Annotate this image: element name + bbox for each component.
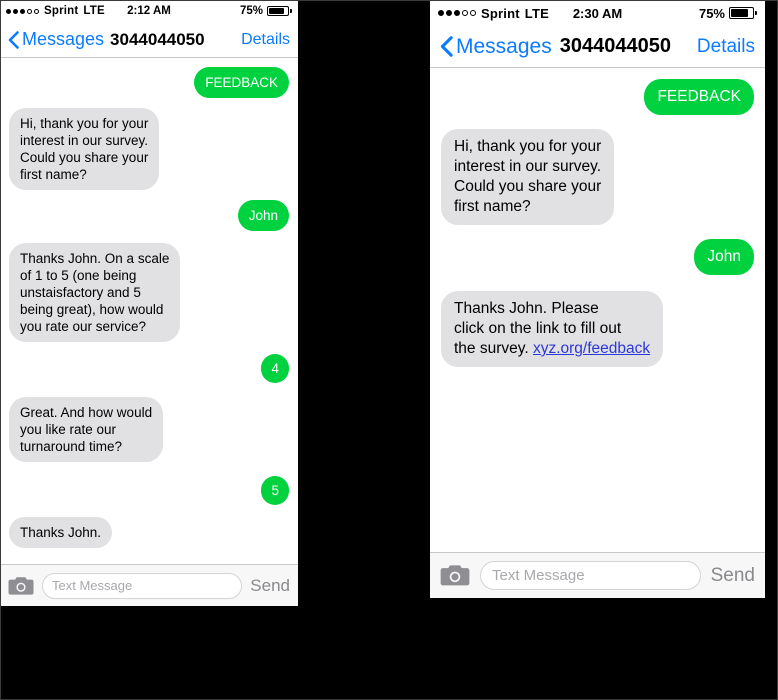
send-button[interactable]: Send — [711, 565, 755, 587]
message-row: Thanks John. On a scale of 1 to 5 (one b… — [1, 243, 289, 342]
send-button[interactable]: Send — [250, 576, 290, 596]
incoming-message-bubble[interactable]: Great. And how would you like rate our t… — [1, 397, 164, 462]
chevron-left-icon — [8, 30, 19, 49]
outgoing-message-bubble[interactable]: FEEDBACK — [644, 79, 761, 115]
message-composer: Text Message Send — [0, 564, 298, 606]
carrier-label: Sprint — [44, 5, 79, 17]
outgoing-message-bubble[interactable]: John — [694, 239, 761, 275]
message-row: FEEDBACK — [441, 79, 761, 115]
message-input-placeholder: Text Message — [492, 567, 585, 584]
message-input[interactable]: Text Message — [480, 561, 701, 590]
camera-icon[interactable] — [440, 564, 470, 587]
message-row: John — [441, 239, 761, 275]
back-to-messages-button[interactable]: Messages — [440, 35, 552, 59]
status-bar: Sprint LTE 2:30 AM 75% — [430, 0, 765, 26]
message-row: 4 — [9, 354, 296, 383]
conversation-title: 3044044050 — [559, 35, 671, 57]
signal-strength-icon — [438, 10, 476, 16]
message-row: Hi, thank you for your interest in our s… — [433, 129, 754, 225]
battery-icon — [267, 6, 292, 16]
incoming-message-bubble[interactable]: Thanks John. Please click on the link to… — [433, 291, 664, 367]
status-bar-right: 75% — [240, 5, 292, 17]
camera-icon[interactable] — [8, 576, 34, 596]
navigation-bar: Messages 3044044050 Details — [0, 22, 298, 58]
message-row: Great. And how would you like rate our t… — [1, 397, 289, 462]
conversation-title: 3044044050 — [110, 29, 205, 49]
network-type-label: LTE — [524, 5, 549, 21]
message-input[interactable]: Text Message — [42, 572, 243, 599]
chevron-left-icon — [440, 36, 453, 57]
message-row: John — [9, 200, 297, 231]
message-composer: Text Message Send — [430, 552, 765, 598]
outgoing-message-bubble[interactable]: 4 — [261, 354, 296, 383]
status-bar-left: Sprint LTE — [438, 6, 549, 21]
back-label: Messages — [456, 34, 552, 58]
status-bar-left: Sprint LTE — [6, 5, 105, 17]
message-thread[interactable]: FEEDBACK Hi, thank you for your interest … — [430, 68, 765, 552]
incoming-message-bubble[interactable]: Hi, thank you for your interest in our s… — [433, 129, 615, 225]
message-input-placeholder: Text Message — [52, 578, 133, 593]
incoming-message-bubble[interactable]: Hi, thank you for your interest in our s… — [1, 108, 160, 190]
message-thread[interactable]: FEEDBACK Hi, thank you for your interest … — [0, 58, 298, 564]
survey-link[interactable]: xyz.org/feedback — [533, 340, 650, 357]
outgoing-message-bubble[interactable]: 5 — [261, 476, 296, 505]
back-label: Messages — [22, 29, 105, 49]
phone-screenshot-left: Sprint LTE 2:12 AM 75% Messages 30440440… — [0, 0, 300, 608]
battery-percent-label: 75% — [239, 5, 263, 17]
status-bar-right: 75% — [699, 6, 757, 21]
message-row: 5 — [9, 476, 296, 505]
navigation-bar: Messages 3044044050 Details — [430, 26, 765, 68]
status-bar: Sprint LTE 2:12 AM 75% — [0, 0, 298, 22]
details-button[interactable]: Details — [697, 36, 755, 58]
incoming-message-bubble[interactable]: Thanks John. On a scale of 1 to 5 (one b… — [1, 243, 181, 342]
message-row: Hi, thank you for your interest in our s… — [1, 108, 289, 190]
outgoing-message-bubble[interactable]: FEEDBACK — [194, 67, 296, 98]
carrier-label: Sprint — [481, 5, 520, 21]
battery-icon — [729, 7, 757, 19]
message-row: FEEDBACK — [9, 67, 296, 98]
details-button[interactable]: Details — [241, 31, 290, 49]
incoming-message-bubble[interactable]: Thanks John. — [1, 517, 113, 548]
figure-root: Sprint LTE 2:12 AM 75% Messages 30440440… — [0, 0, 778, 700]
back-to-messages-button[interactable]: Messages — [8, 29, 104, 50]
network-type-label: LTE — [83, 5, 105, 17]
phone-screenshot-right: Sprint LTE 2:30 AM 75% Messages 30440440… — [428, 0, 767, 600]
battery-percent-label: 75% — [698, 5, 725, 21]
signal-strength-icon — [6, 8, 39, 14]
message-row: Thanks John. — [1, 517, 289, 548]
outgoing-message-bubble[interactable]: John — [237, 200, 297, 231]
message-row: Thanks John. Please click on the link to… — [433, 291, 754, 367]
